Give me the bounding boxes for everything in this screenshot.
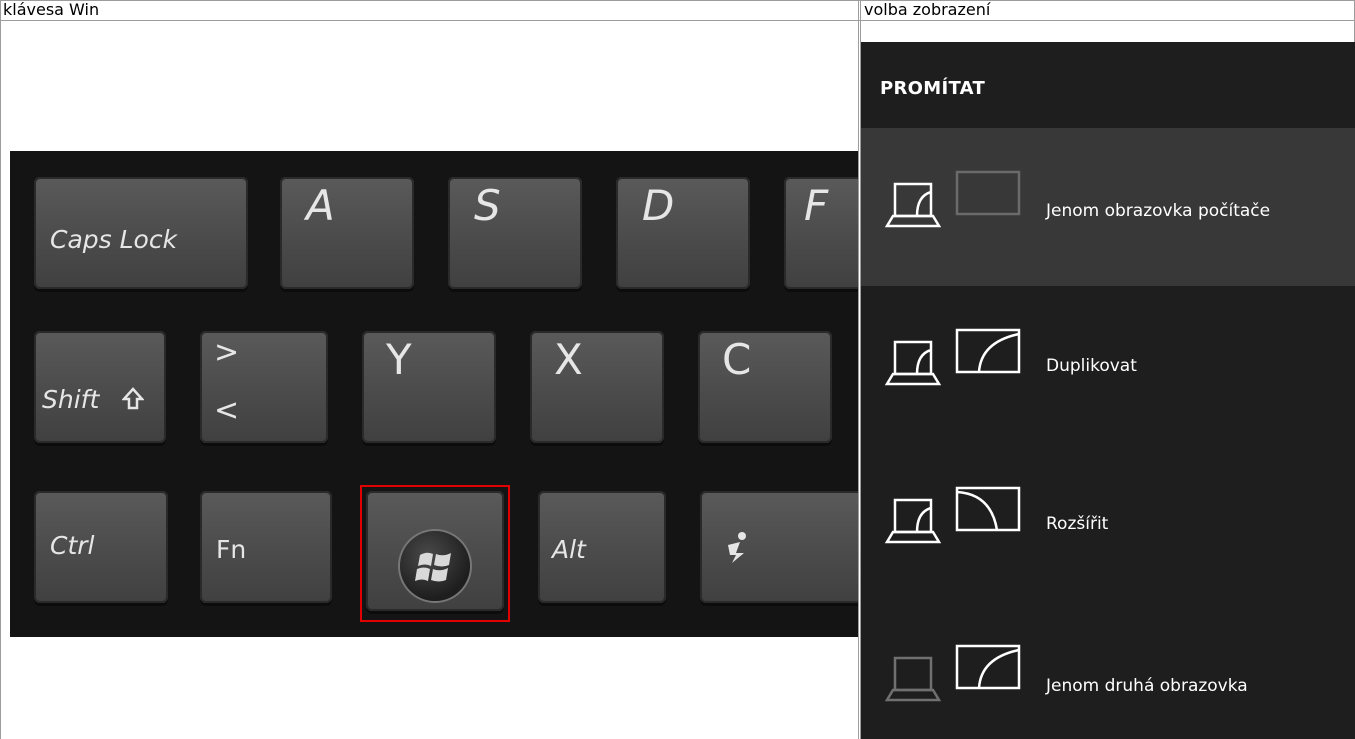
table-border-header — [0, 20, 1355, 21]
key-label: A — [306, 181, 335, 230]
column-header-display-option: volba zobrazení — [864, 0, 991, 19]
second-screen-only-icon — [884, 644, 1021, 702]
key-a: A — [280, 177, 414, 289]
key-y: Y — [362, 331, 496, 443]
project-panel: PROMÍTAT Jenom obrazovka počítače Duplik… — [861, 42, 1355, 739]
key-alt: Alt — [538, 491, 666, 603]
key-c: C — [698, 331, 832, 443]
option-pc-screen-only[interactable]: Jenom obrazovka počítače — [861, 128, 1355, 286]
key-fn: Fn — [200, 491, 332, 603]
key-label: Shift — [42, 385, 100, 414]
option-extend[interactable]: Rozšířit — [861, 444, 1355, 602]
key-label: Caps Lock — [50, 225, 178, 254]
key-special — [700, 491, 858, 603]
key-s: S — [448, 177, 582, 289]
shift-arrow-icon — [122, 387, 144, 410]
key-label: < — [214, 393, 240, 428]
key-label: S — [474, 181, 501, 230]
running-person-icon — [728, 532, 746, 563]
table-border-top — [0, 0, 1355, 1]
duplicate-icon — [884, 328, 1021, 386]
key-label: Alt — [552, 535, 586, 564]
key-x: X — [530, 331, 664, 443]
pc-screen-only-icon — [884, 170, 1021, 228]
option-label: Duplikovat — [1046, 356, 1137, 376]
option-second-screen-only[interactable]: Jenom druhá obrazovka — [861, 602, 1355, 739]
key-label: D — [642, 181, 675, 230]
key-label: C — [722, 335, 752, 384]
comparison-table: klávesa Win volba zobrazení Caps Lock A … — [0, 0, 1355, 739]
option-label: Jenom obrazovka počítače — [1046, 201, 1271, 221]
windows-key-highlight — [360, 485, 510, 622]
key-label: > — [214, 335, 240, 370]
extend-icon — [884, 486, 1021, 544]
table-border-mid-a — [858, 0, 859, 739]
key-shift: Shift — [34, 331, 166, 443]
key-ctrl: Ctrl — [34, 491, 168, 603]
key-label: Y — [386, 335, 412, 384]
column-header-win-key: klávesa Win — [3, 0, 100, 19]
option-label: Rozšířit — [1046, 514, 1109, 534]
keyboard-photo: Caps Lock A S D F Shift > < Y X C Ctrl F… — [10, 151, 858, 637]
key-angle-brackets: > < — [200, 331, 328, 443]
key-f: F — [784, 177, 858, 289]
key-label: Ctrl — [50, 531, 95, 560]
key-d: D — [616, 177, 750, 289]
table-border-left — [0, 0, 1, 739]
key-caps-lock: Caps Lock — [34, 177, 248, 289]
key-label: Fn — [216, 535, 247, 564]
key-label: F — [804, 181, 829, 230]
project-panel-title: PROMÍTAT — [880, 78, 986, 99]
key-label: X — [554, 335, 583, 384]
option-duplicate[interactable]: Duplikovat — [861, 286, 1355, 444]
option-label: Jenom druhá obrazovka — [1046, 676, 1248, 696]
